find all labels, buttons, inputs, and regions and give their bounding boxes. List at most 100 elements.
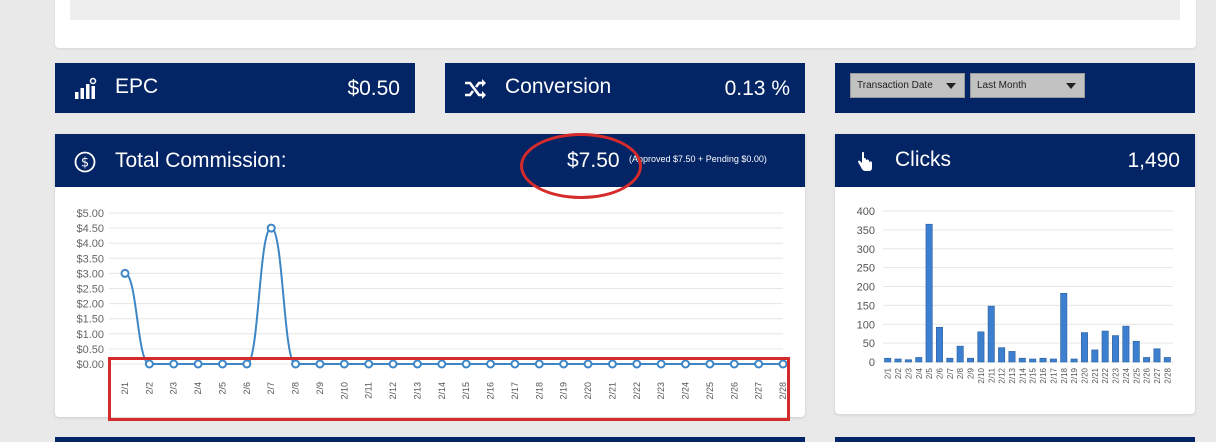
bar xyxy=(1060,292,1068,363)
data-point xyxy=(266,223,276,233)
x-tick-label: 2/5 xyxy=(925,367,934,379)
y-tick-label: $3.00 xyxy=(76,268,104,280)
bar xyxy=(1008,351,1016,363)
next-panel-header xyxy=(55,437,805,442)
y-tick-label: $5.00 xyxy=(76,208,104,220)
date-range-select-value: Last Month xyxy=(977,80,1027,91)
date-range-select[interactable]: Last Month xyxy=(970,73,1085,98)
y-tick-label: $0.50 xyxy=(76,344,104,356)
bar xyxy=(956,345,964,363)
y-tick-label: 400 xyxy=(857,206,875,218)
bar xyxy=(1112,335,1120,363)
bar xyxy=(1091,349,1099,363)
clicks-card: Clicks 1,490 400 350 300 250 200 150 100 50 0 2/1… xyxy=(835,134,1195,414)
epc-value: $0.50 xyxy=(347,77,400,100)
y-tick-label: $2.00 xyxy=(76,299,104,311)
x-tick-label: 2/2 xyxy=(894,367,903,379)
epc-title: EPC xyxy=(115,75,159,98)
data-point xyxy=(120,268,130,278)
signal-bars-icon xyxy=(75,77,97,99)
x-tick-label: 2/17 xyxy=(1049,367,1058,383)
top-panel xyxy=(55,0,1196,48)
bar xyxy=(946,357,954,363)
x-tick-label: 2/14 xyxy=(1018,367,1027,383)
y-tick-label: $4.50 xyxy=(76,223,104,235)
bar xyxy=(1132,340,1140,363)
y-tick-label: $1.00 xyxy=(76,329,104,341)
bar xyxy=(1070,358,1078,363)
y-tick-label: $1.50 xyxy=(76,314,104,326)
bar xyxy=(1163,357,1171,363)
x-tick-label: 2/9 xyxy=(967,367,976,379)
chevron-down-icon xyxy=(946,83,956,89)
y-tick-label: $4.00 xyxy=(76,238,104,250)
x-tick-label: 2/28 xyxy=(1163,367,1172,383)
x-tick-label: 2/10 xyxy=(977,367,986,383)
y-tick-label: 250 xyxy=(857,263,875,275)
bar xyxy=(935,326,943,363)
y-tick-label: 100 xyxy=(857,319,875,331)
x-tick-label: 2/6 xyxy=(935,367,944,379)
x-tick-label: 2/27 xyxy=(1153,367,1162,383)
x-tick-label: 2/15 xyxy=(1029,367,1038,383)
epc-panel: EPC $0.50 xyxy=(55,63,415,113)
x-tick-label: 2/23 xyxy=(1112,367,1121,383)
x-tick-label: 2/22 xyxy=(1101,367,1110,383)
y-tick-label: 200 xyxy=(857,282,875,294)
y-tick-label: 150 xyxy=(857,300,875,312)
x-tick-label: 2/13 xyxy=(1008,367,1017,383)
x-tick-label: 2/11 xyxy=(987,367,996,383)
x-tick-label: 2/26 xyxy=(1143,367,1152,383)
bar xyxy=(1153,348,1161,363)
commission-series-line xyxy=(124,227,783,365)
x-tick-label: 2/20 xyxy=(1080,367,1089,383)
date-type-select-value: Transaction Date xyxy=(857,80,933,91)
bar xyxy=(1143,357,1151,363)
bar xyxy=(915,357,923,363)
x-tick-label: 2/18 xyxy=(1060,367,1069,383)
bar xyxy=(925,223,933,363)
y-tick-label: 300 xyxy=(857,244,875,256)
bar xyxy=(1018,357,1026,363)
y-tick-label: 350 xyxy=(857,225,875,237)
top-panel-content xyxy=(70,0,1180,20)
bar xyxy=(998,347,1006,363)
bar xyxy=(1049,358,1057,363)
next-panel-header-right xyxy=(835,437,1195,442)
y-tick-label: 50 xyxy=(863,338,875,350)
x-tick-label: 2/24 xyxy=(1122,367,1131,383)
chevron-down-icon xyxy=(1066,83,1076,89)
x-tick-label: 2/4 xyxy=(915,367,924,379)
bar xyxy=(967,357,975,363)
x-tick-label: 2/12 xyxy=(998,367,1007,383)
highlight-rectangle xyxy=(108,357,790,421)
x-tick-label: 2/16 xyxy=(1039,367,1048,383)
bar xyxy=(1122,325,1130,363)
x-tick-label: 2/8 xyxy=(956,367,965,379)
shuffle-icon xyxy=(465,79,486,99)
x-tick-label: 2/25 xyxy=(1132,367,1141,383)
y-tick-label: $3.50 xyxy=(76,253,104,265)
conversion-panel: Conversion 0.13 % xyxy=(445,63,805,113)
bar xyxy=(884,357,892,363)
y-tick-label: $0.00 xyxy=(76,359,104,371)
filter-panel: Transaction Date Last Month xyxy=(835,63,1195,113)
conversion-value: 0.13 % xyxy=(724,77,790,100)
bar xyxy=(1029,358,1037,363)
bar xyxy=(977,331,985,363)
bar xyxy=(894,358,902,363)
x-tick-label: 2/19 xyxy=(1070,367,1079,383)
x-tick-label: 2/3 xyxy=(904,367,913,379)
bar xyxy=(1080,332,1088,363)
date-type-select[interactable]: Transaction Date xyxy=(850,73,965,98)
bar xyxy=(987,305,995,363)
x-tick-label: 2/7 xyxy=(946,367,955,379)
highlight-ellipse xyxy=(520,133,642,199)
bar xyxy=(1039,357,1047,363)
x-tick-label: 2/1 xyxy=(884,367,893,379)
x-tick-label: 2/21 xyxy=(1091,367,1100,383)
conversion-title: Conversion xyxy=(505,75,612,98)
bar xyxy=(1101,330,1109,363)
y-tick-label: 0 xyxy=(869,357,875,369)
bar xyxy=(904,359,912,363)
